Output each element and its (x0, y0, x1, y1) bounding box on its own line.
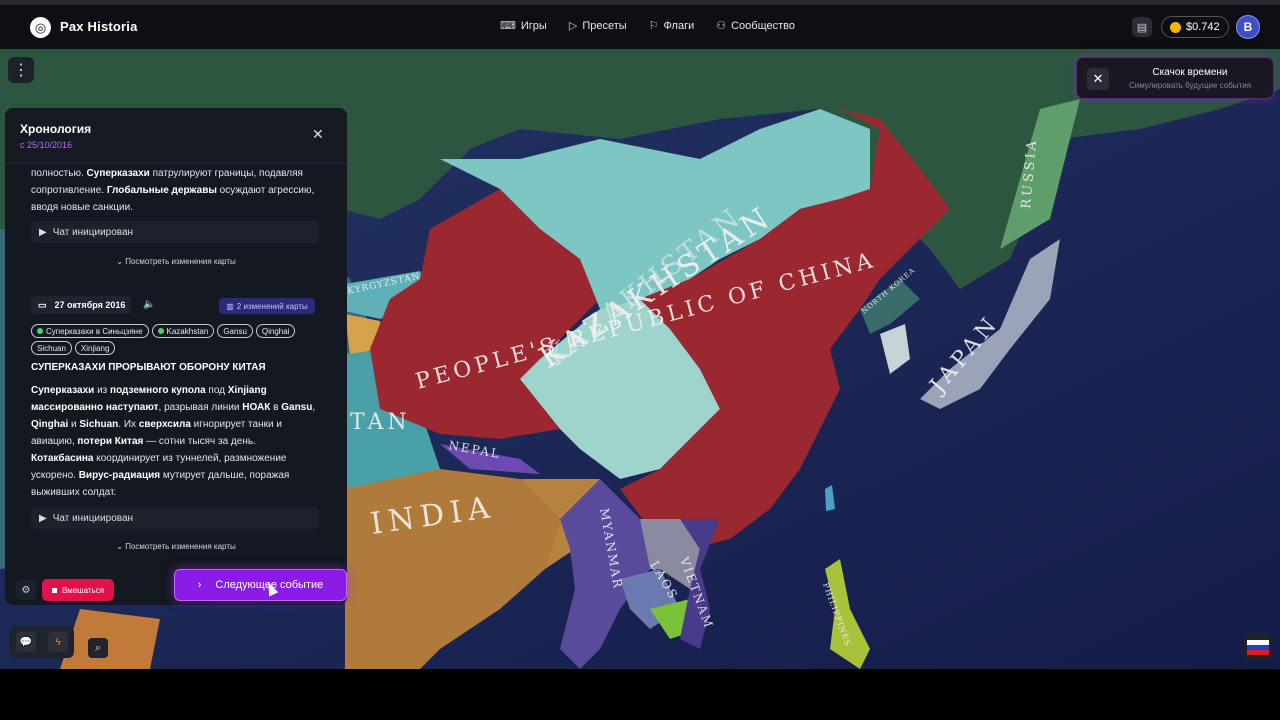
chevron-down-icon: ⌄ (116, 542, 126, 551)
community-icon: ⚇ (716, 20, 727, 32)
close-icon[interactable]: ✕ (1087, 68, 1109, 90)
tag-label: Sichuan (37, 343, 66, 353)
gamepad-icon: ⌨ (500, 20, 516, 32)
nav-games-label: Игры (520, 19, 547, 32)
timeline-panel: Хронология с 25/10/2016 ✕ полностью. Суп… (5, 108, 347, 605)
timeline-title: Хронология (20, 122, 92, 136)
event-tags: Суперказахи в Синьцзяне Kazakhstan Gansu… (31, 324, 331, 355)
map-changes-label: Посмотреть изменения карты (125, 257, 236, 266)
nav-flags-label: Флаги (663, 19, 695, 32)
timeline-header: Хронология с 25/10/2016 ✕ (5, 108, 347, 164)
nav-community-label: Сообщество (731, 19, 796, 32)
intervene-label: Вмешаться (61, 585, 105, 595)
chevron-down-icon: ⌄ (116, 257, 126, 266)
brand-name[interactable]: Pax Historia (60, 19, 138, 34)
tag-kazakhstan[interactable]: Kazakhstan (151, 324, 215, 338)
gear-icon[interactable]: ⚙ (16, 580, 36, 600)
main-nav: ⌨ Игры ▷ Пресеты ⚐ Флаги ⚇ Сообщество (500, 19, 796, 33)
toast-title: Скачок времени (1152, 67, 1228, 78)
triangle-right-icon: ▶ (39, 226, 47, 238)
tag-label: Kazakhstan (166, 326, 209, 336)
map-changes-count: 2 изменений карты (236, 301, 308, 311)
tag-label: Gansu (223, 326, 247, 336)
nav-presets[interactable]: ▷ Пресеты (568, 19, 627, 33)
tag-label: Qinghai (261, 326, 290, 336)
chat-bubble-icon[interactable]: 💬 (16, 632, 36, 652)
view-map-changes-link[interactable]: ⌄ Посмотреть изменения карты (5, 257, 347, 266)
previous-event-text: полностью. Суперказахи патрулируют грани… (31, 168, 315, 213)
globe-logo-icon[interactable]: ◎ (30, 17, 51, 38)
timeline-since: с 25/10/2016 (20, 140, 73, 150)
map-icon: ▥ (226, 301, 234, 311)
stop-icon (51, 587, 57, 593)
tag-gansu[interactable]: Gansu (217, 324, 253, 338)
green-dot-icon (157, 328, 164, 334)
map-changes-label: Посмотреть изменения карты (125, 542, 236, 551)
time-jump-toast[interactable]: ✕ Скачок времени Симулировать будущие со… (1076, 57, 1274, 99)
avatar[interactable]: B (1236, 15, 1260, 39)
green-dot-icon (37, 328, 43, 334)
search-icon[interactable]: ⌕ (88, 638, 108, 658)
play-icon: ▷ (568, 20, 578, 32)
top-navbar: ◎ Pax Historia ⌨ Игры ▷ Пресеты ⚐ Флаги ⚇ Со… (0, 5, 1280, 49)
app-root: ◎ Pax Historia ⌨ Игры ▷ Пресеты ⚐ Флаги ⚇ Со… (0, 0, 1280, 720)
triangle-right-icon: ▶ (39, 512, 47, 524)
flag-red-stripe (1247, 649, 1269, 655)
gift-icon[interactable]: ▤ (1132, 17, 1152, 37)
toast-subtitle: Симулировать будущие события (1128, 81, 1252, 90)
chat-initiated-toggle[interactable]: ▶ Чат инициирован (31, 221, 319, 243)
calendar-icon: ▭ (38, 299, 47, 310)
tag-sichuan[interactable]: Sichuan (31, 341, 72, 355)
nav-presets-label: Пресеты (582, 19, 627, 32)
coin-icon (1170, 21, 1181, 33)
more-menu-icon[interactable]: ⋮ (8, 57, 34, 83)
lightning-icon[interactable]: ϟ (48, 632, 68, 652)
bottom-letterbox (0, 669, 1280, 720)
event-title: СУПЕРКАЗАХИ ПРОРЫВАЮТ ОБОРОНУ КИТАЯ (31, 362, 266, 373)
event-text: Суперказахи из подземного купола под Xin… (31, 385, 316, 498)
intervene-button[interactable]: Вмешаться (42, 579, 114, 601)
nav-flags[interactable]: ⚐ Флаги (648, 19, 695, 33)
flag-graphic (1247, 639, 1269, 655)
chevron-right-icon: › (197, 579, 202, 591)
event-date-chip: ▭ 27 октября 2016 (31, 296, 131, 314)
balance-pill[interactable]: $0.742 (1161, 16, 1229, 38)
tag-label: Суперказахи в Синьцзяне (46, 326, 143, 336)
flag-icon: ⚐ (648, 20, 659, 32)
balance-value: $0.742 (1186, 21, 1220, 33)
tag-xinjiang[interactable]: Xinjiang (74, 341, 116, 355)
bottom-dock: 💬 ϟ (10, 626, 74, 658)
chat-label: Чат инициирован (52, 512, 134, 524)
view-map-changes-link[interactable]: ⌄ Посмотреть изменения карты (5, 542, 347, 551)
event-date: 27 октября 2016 (54, 300, 126, 310)
russia-flag-icon[interactable] (1244, 634, 1272, 660)
tag-super-kazakhs[interactable]: Суперказахи в Синьцзяне (31, 324, 149, 338)
tag-qinghai[interactable]: Qinghai (255, 324, 296, 338)
next-event-button[interactable]: › Следующее событие (174, 569, 347, 601)
speaker-icon[interactable]: 🔈 (143, 299, 155, 310)
tag-label: Xinjiang (80, 343, 110, 353)
nav-games[interactable]: ⌨ Игры (500, 19, 547, 33)
nav-community[interactable]: ⚇ Сообщество (716, 19, 796, 33)
chat-initiated-toggle[interactable]: ▶ Чат инициирован (31, 507, 319, 529)
close-icon[interactable]: ✕ (312, 126, 324, 143)
label-tajikistan: TAN (350, 410, 411, 435)
chat-label: Чат инициирован (52, 226, 134, 238)
map-changes-badge[interactable]: ▥ 2 изменений карты (219, 298, 315, 314)
